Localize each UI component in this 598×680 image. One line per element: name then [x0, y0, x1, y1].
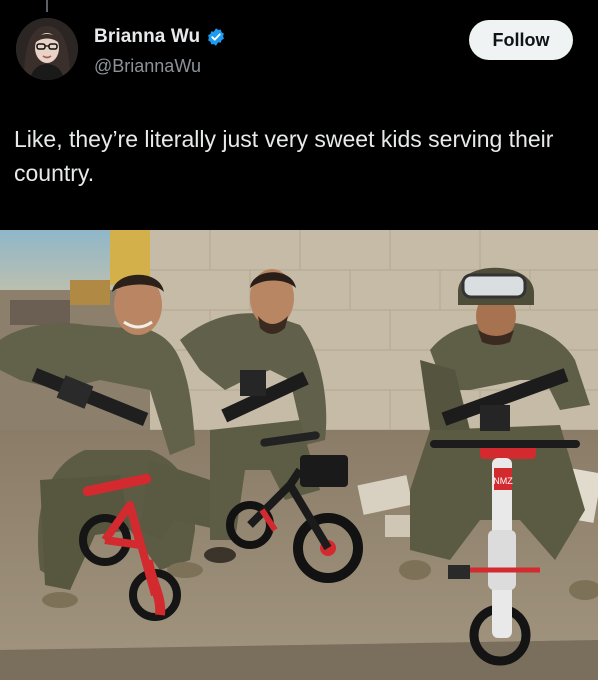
avatar[interactable]: [16, 18, 78, 80]
user-handle[interactable]: @BriannaWu: [94, 56, 201, 77]
name-row: Brianna Wu: [94, 26, 226, 48]
bike-plate-text: NMZ: [493, 476, 513, 486]
tweet-media-photo[interactable]: NMZ: [0, 230, 598, 680]
verified-badge-icon: [206, 27, 226, 47]
tweet-header: Brianna Wu @BriannaWu Follow: [0, 0, 598, 100]
photo-illustration: NMZ: [0, 230, 598, 680]
display-name[interactable]: Brianna Wu: [94, 26, 200, 48]
follow-button[interactable]: Follow: [469, 20, 573, 60]
tweet-text: Like, they’re literally just very sweet …: [14, 126, 554, 186]
